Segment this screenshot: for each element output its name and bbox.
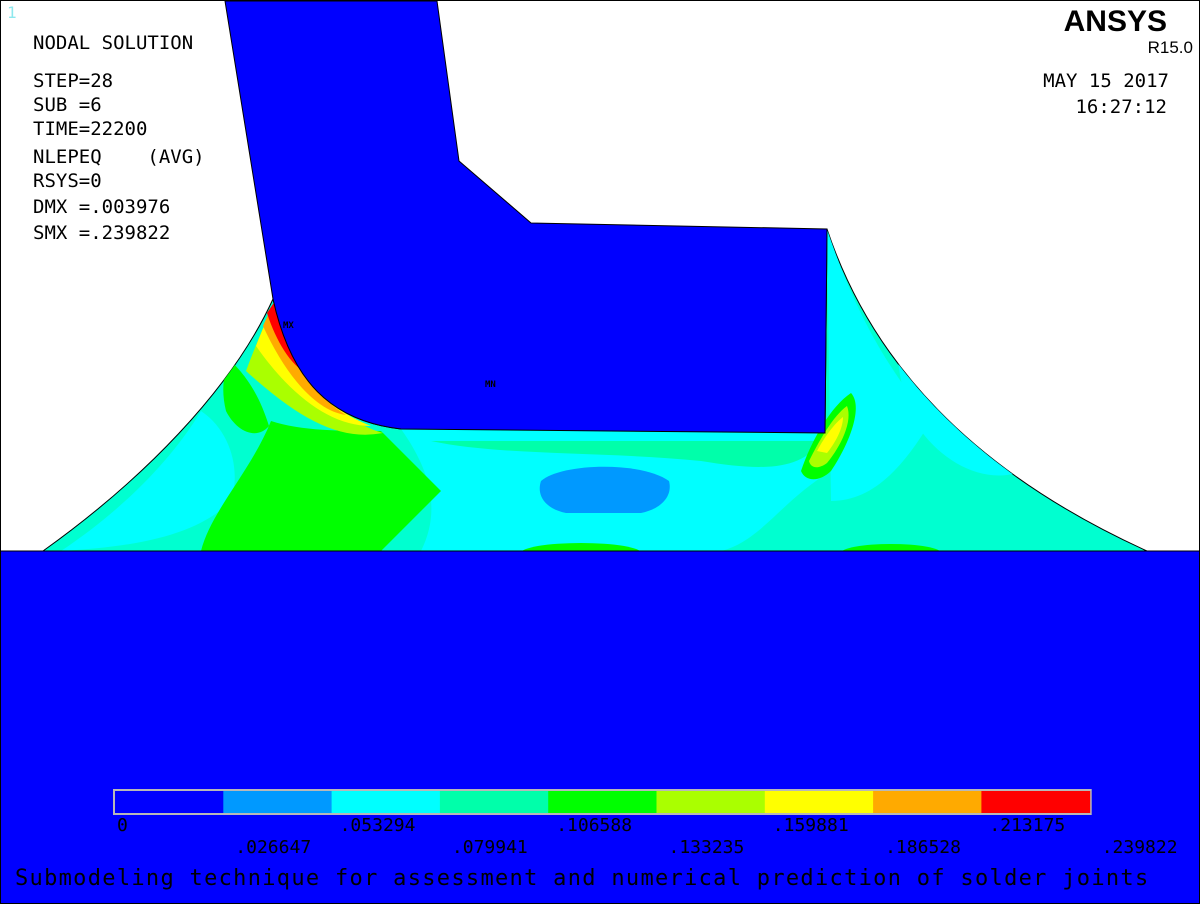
component-lead bbox=[224, 1, 828, 434]
legend-swatch bbox=[873, 791, 982, 813]
legend-label-top: .106588 bbox=[556, 815, 632, 836]
info-line: STEP=28 bbox=[33, 70, 113, 92]
pcb-substrate bbox=[1, 551, 1199, 903]
max-marker: MX bbox=[283, 321, 294, 331]
time-label: 16:27:12 bbox=[1075, 96, 1167, 118]
ansys-version: R15.0 bbox=[1148, 38, 1193, 57]
ansys-graphics-window: MX MN 1 NODAL SOLUTION STEP=28 SUB =6 TI… bbox=[0, 0, 1200, 904]
legend-label-top: .053294 bbox=[340, 815, 416, 836]
fe-model-viewport: MX MN 1 NODAL SOLUTION STEP=28 SUB =6 TI… bbox=[1, 1, 1199, 903]
legend-label-bottom: .079941 bbox=[452, 837, 528, 858]
legend-label-bottom: .026647 bbox=[235, 837, 311, 858]
window-number: 1 bbox=[7, 3, 17, 22]
legend-label-top: .213175 bbox=[989, 815, 1065, 836]
info-line: SMX =.239822 bbox=[33, 222, 170, 244]
legend-label-top: 0 bbox=[117, 815, 128, 836]
legend-label-bottom: .239822 bbox=[1102, 837, 1178, 858]
legend-swatch bbox=[548, 791, 657, 813]
figure-caption: Submodeling technique for assessment and… bbox=[15, 866, 1150, 891]
contour-band-blue-pocket bbox=[539, 466, 670, 513]
info-line: TIME=22200 bbox=[33, 118, 147, 140]
ansys-logo: ANSYS bbox=[1064, 5, 1167, 38]
legend-swatch bbox=[764, 791, 874, 813]
info-line: NLEPEQ (AVG) bbox=[33, 146, 205, 168]
legend-swatch bbox=[439, 791, 549, 813]
legend-swatch bbox=[656, 791, 766, 813]
date-label: MAY 15 2017 bbox=[1043, 70, 1169, 92]
solution-info-block: NODAL SOLUTION STEP=28 SUB =6 TIME=22200… bbox=[33, 32, 205, 244]
legend-label-bottom: .133235 bbox=[669, 837, 745, 858]
legend-swatch bbox=[223, 791, 333, 813]
info-line: NODAL SOLUTION bbox=[33, 32, 193, 54]
legend-swatch bbox=[981, 791, 1091, 813]
legend-label-bottom: .186528 bbox=[885, 837, 961, 858]
info-line: DMX =.003976 bbox=[33, 196, 170, 218]
legend-swatch bbox=[115, 791, 224, 813]
min-marker: MN bbox=[485, 380, 496, 390]
info-line: RSYS=0 bbox=[33, 170, 102, 192]
info-line: SUB =6 bbox=[33, 94, 102, 116]
legend-label-top: .159881 bbox=[773, 815, 849, 836]
legend-swatch bbox=[331, 791, 441, 813]
